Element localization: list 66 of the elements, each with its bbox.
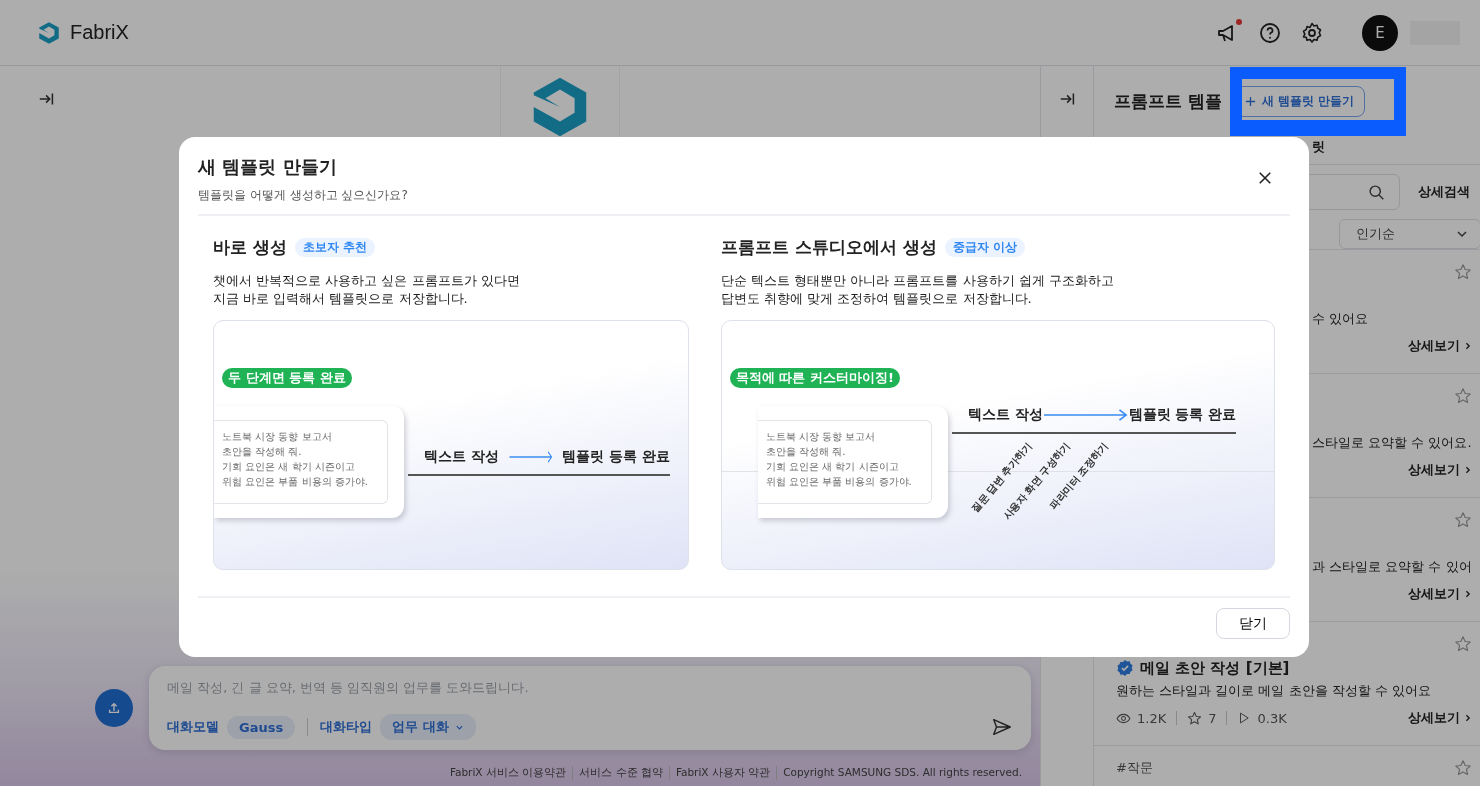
footer-link[interactable]: FabriX 서비스 이용약관 <box>443 766 573 780</box>
chevron-down-icon <box>1455 228 1468 240</box>
search-icon <box>1367 183 1385 201</box>
chevron-right-icon <box>1463 341 1472 351</box>
highlight-pill: 목적에 따른 커스터마이징! <box>729 368 900 388</box>
view-count: 1.2K <box>1137 710 1167 726</box>
step-label: 템플릿 등록 완료 <box>1128 406 1236 424</box>
card-tag: #작문 <box>1116 759 1153 777</box>
chevron-right-icon <box>1463 589 1472 599</box>
star-icon[interactable] <box>1453 759 1472 777</box>
detail-link[interactable]: 상세보기 <box>1407 585 1472 603</box>
avatar[interactable]: E <box>1362 14 1398 51</box>
plus-icon <box>1244 95 1256 107</box>
settings-icon[interactable] <box>1300 20 1324 45</box>
card-title: 메일 초안 작성 [기본] <box>1140 658 1290 678</box>
chevron-right-icon <box>1463 465 1472 475</box>
option-title: 바로 생성 <box>213 236 287 259</box>
send-icon[interactable] <box>991 716 1013 738</box>
star-icon[interactable] <box>1453 511 1472 529</box>
close-icon[interactable] <box>1258 171 1272 185</box>
footer-link[interactable]: Copyright SAMSUNG SDS. All rights reserved. <box>776 766 1028 780</box>
prompt-note: 노트북 시장 동향 보고서 초안을 작성해 줘. 기회 요인은 새 학기 시즌이고 위험 요인은 부품 비용의 증가야. <box>214 420 388 504</box>
dialog-title: 새 템플릿 만들기 <box>198 155 338 179</box>
level-badge: 초보자 추천 <box>294 238 375 257</box>
star-icon[interactable] <box>1453 387 1472 405</box>
template-card[interactable]: #작문 <box>1094 745 1480 786</box>
logo-text[interactable]: FabriX <box>70 21 129 44</box>
help-icon[interactable] <box>1258 20 1282 45</box>
option-title: 프롬프트 스튜디오에서 생성 <box>720 236 937 259</box>
arrow-icon <box>1042 409 1129 421</box>
step-label: 템플릿 등록 완료 <box>562 448 670 466</box>
footer-link[interactable]: 서비스 수준 협약 <box>572 766 669 780</box>
type-label: 대화타입 <box>320 718 373 736</box>
option-description: 단순 텍스트 형태뿐만 아니라 프롬프트를 사용하기 쉽게 구조화하고 답변도 취향에 맞게 조정하여 템플릿으로 저장합니다. <box>720 272 1115 308</box>
upload-icon <box>107 701 121 715</box>
step-label: 텍스트 작성 <box>424 448 499 466</box>
prompt-note: 노트북 시장 동향 보고서 초안을 작성해 줘. 기회 요인은 새 학기 시즌이고 위험 요인은 부품 비용의 증가야. <box>757 420 932 504</box>
panel-tab[interactable]: 릿 <box>1312 139 1325 154</box>
run-count: 0.3K <box>1257 710 1287 726</box>
chevron-right-icon <box>1463 713 1472 723</box>
close-button[interactable]: 닫기 <box>1216 608 1290 639</box>
card-description: 원하는 스타일과 길이로 메일 초안을 작성할 수 있어요 <box>1116 682 1432 700</box>
arrow-icon <box>508 451 553 463</box>
play-icon <box>1237 711 1252 725</box>
star-icon[interactable] <box>1453 635 1472 653</box>
step-label: 텍스트 작성 <box>967 406 1043 424</box>
detail-link[interactable]: 상세보기 <box>1407 337 1472 355</box>
model-label: 대화모델 <box>167 718 219 736</box>
dialog-subtitle: 템플릿을 어떻게 생성하고 싶으신가요? <box>198 187 408 204</box>
star-icon <box>1187 710 1203 726</box>
level-badge: 중급자 이상 <box>944 238 1025 257</box>
card-description: 스타일로 요약할 수 있어요. <box>1311 434 1472 452</box>
footer-link[interactable]: FabriX 사용자 약관 <box>668 766 777 780</box>
option-description: 챗에서 반복적으로 사용하고 싶은 프롬프트가 있다면 지금 바로 입력해서 템플릿으로 저장합니다. <box>213 272 521 308</box>
option-card[interactable]: 두 단계면 등록 완료 노트북 시장 동향 보고서 초안을 작성해 줘. 기회 요인은 새 학기 시즌이고 위험 요인은 부품 비용의 증가야. 텍스트 작성 템플릿 등록 완료 <box>213 320 689 570</box>
star-icon[interactable] <box>1453 263 1472 281</box>
card-description: 과 스타일로 요약할 수 있어 <box>1311 558 1472 576</box>
card-description: 수 있어요 <box>1311 310 1370 328</box>
panel-title: 프롬프트 템플 <box>1114 89 1222 113</box>
highlight-pill: 두 단계면 등록 완료 <box>222 368 352 388</box>
detail-link[interactable]: 상세보기 <box>1407 709 1472 727</box>
detail-link[interactable]: 상세보기 <box>1407 461 1472 479</box>
star-count: 7 <box>1208 710 1217 726</box>
upload-button[interactable] <box>95 689 133 727</box>
sort-dropdown[interactable]: 인기순 <box>1338 219 1480 249</box>
detail-search-link[interactable]: 상세검색 <box>1417 183 1470 201</box>
